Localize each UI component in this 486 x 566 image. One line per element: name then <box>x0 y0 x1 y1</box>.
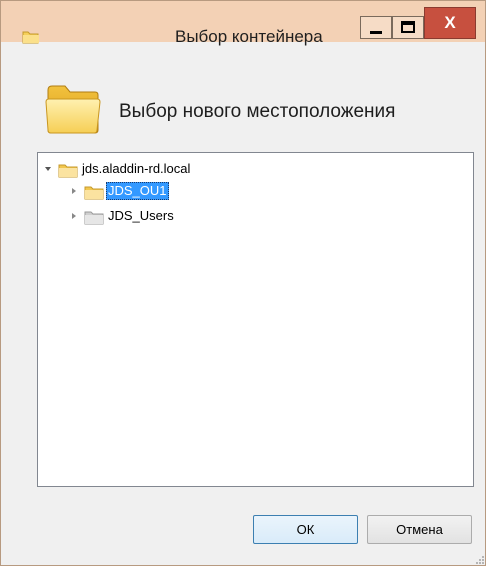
container-tree[interactable]: jds.aladdin-rd.local JDS_OU1 JDS_Users <box>37 152 474 487</box>
tree-node-label: jds.aladdin-rd.local <box>82 161 191 176</box>
close-icon: X <box>444 13 456 32</box>
domain-folder-icon <box>58 162 78 178</box>
container-folder-icon <box>84 209 104 225</box>
cancel-button[interactable]: Отмена <box>367 515 472 544</box>
maximize-button[interactable] <box>392 16 424 39</box>
tree-node-label: JDS_OU1 <box>106 182 169 200</box>
title-bar[interactable]: Выбор контейнера X <box>1 1 485 46</box>
minimize-icon <box>370 31 382 34</box>
resize-grip-icon[interactable] <box>473 553 485 565</box>
collapse-arrow-icon[interactable] <box>44 165 52 173</box>
expand-arrow-icon[interactable] <box>70 187 78 195</box>
window-title: Выбор контейнера <box>175 27 323 46</box>
folder-icon <box>22 30 40 44</box>
ou-folder-icon <box>84 184 104 200</box>
expand-arrow-icon[interactable] <box>70 212 78 220</box>
close-button[interactable]: X <box>424 7 476 39</box>
minimize-button[interactable] <box>360 16 392 39</box>
header-title: Выбор нового местоположения <box>119 101 396 122</box>
dialog-window: Выбор контейнера X Выбор нового местопол… <box>0 0 486 566</box>
tree-node-label: JDS_Users <box>108 208 174 223</box>
folder-icon <box>45 82 101 136</box>
ok-button[interactable]: ОК <box>253 515 358 544</box>
maximize-icon <box>401 21 415 33</box>
